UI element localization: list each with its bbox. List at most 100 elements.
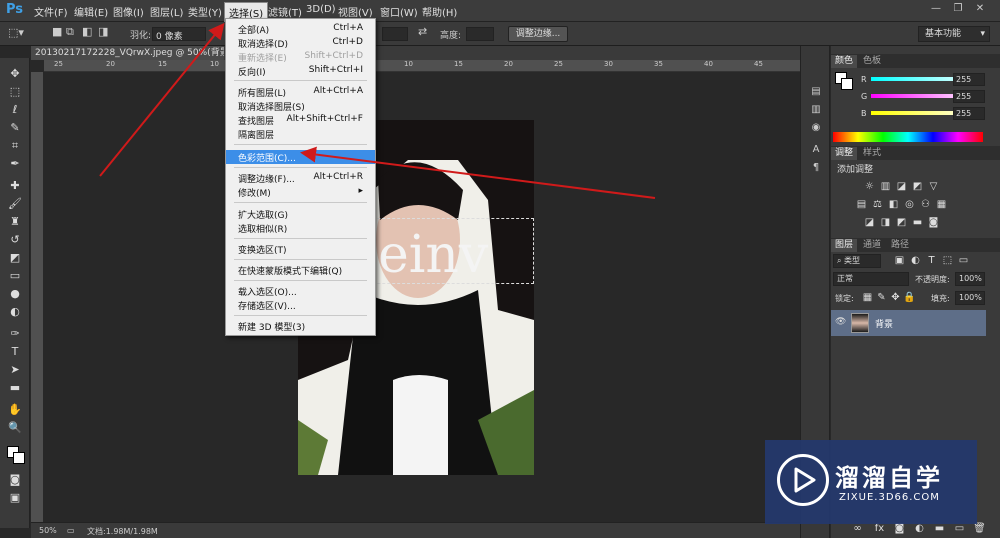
new-selection-icon[interactable]: ■ (52, 25, 62, 38)
tab-swatches[interactable]: 色板 (859, 55, 885, 68)
stamp-tool-icon[interactable]: ♜ (5, 214, 25, 230)
tab-styles[interactable]: 样式 (859, 147, 885, 160)
intersect-selection-icon[interactable]: ◨ (98, 25, 108, 38)
fill-input[interactable]: 100% (955, 291, 985, 305)
blue-value[interactable]: 255 (953, 107, 985, 120)
character-icon[interactable]: A (806, 144, 826, 158)
tab-channels[interactable]: 通道 (859, 239, 885, 252)
opacity-input[interactable]: 100% (955, 272, 985, 286)
add-selection-icon[interactable]: ⧉ (66, 25, 74, 39)
color-balance-icon[interactable]: ⚖ (871, 198, 884, 211)
lock-all-icon[interactable]: 🔒 (903, 291, 916, 304)
threshold-icon[interactable]: ◩ (895, 216, 908, 229)
lock-transparency-icon[interactable]: ▦ (861, 291, 874, 304)
menu-item-deselect[interactable]: 取消选择(D) Ctrl+D (226, 36, 375, 50)
layer-filter-select[interactable]: ⌕ 类型 (833, 254, 881, 268)
selective-color-icon[interactable]: ◙ (927, 216, 940, 229)
menu-item-transform-selection[interactable]: 变换选区(T) (226, 242, 375, 256)
black-white-icon[interactable]: ◧ (887, 198, 900, 211)
green-slider[interactable]: G 255 (831, 90, 1000, 106)
zoom-level[interactable]: 50% (39, 526, 57, 535)
color-lookup-icon[interactable]: ▦ (935, 198, 948, 211)
path-select-tool-icon[interactable]: ➤ (5, 362, 25, 378)
crop-tool-icon[interactable]: ⌗ (5, 138, 25, 154)
pen-tool-icon[interactable]: ✑ (5, 326, 25, 342)
feather-input[interactable]: 0 像素 (152, 27, 206, 42)
menu-filter[interactable]: 滤镜(T) (268, 4, 302, 19)
menu-item-new-3d-model[interactable]: 新建 3D 模型(3) (226, 319, 375, 333)
photo-filter-icon[interactable]: ◎ (903, 198, 916, 211)
exposure-icon[interactable]: ◩ (911, 180, 924, 193)
paragraph-icon[interactable]: ¶ (806, 162, 826, 176)
posterize-icon[interactable]: ◨ (879, 216, 892, 229)
marquee-tool-icon[interactable]: ⬚ (5, 84, 25, 100)
screen-mode-icon[interactable]: ▣ (5, 490, 25, 506)
height-input[interactable] (466, 27, 494, 41)
menu-item-isolate-layers[interactable]: 隔离图层 (226, 127, 375, 141)
marquee-tool-icon[interactable]: ⬚▾ (8, 26, 24, 39)
healing-tool-icon[interactable]: ✚ (5, 178, 25, 194)
eyedropper-tool-icon[interactable]: ✒ (5, 156, 25, 172)
subtract-selection-icon[interactable]: ◧ (82, 25, 92, 38)
menu-item-find-layers[interactable]: 查找图层 Alt+Shift+Ctrl+F (226, 113, 375, 127)
color-spectrum[interactable] (833, 132, 983, 142)
info-icon[interactable]: ▭ (67, 526, 75, 535)
eraser-tool-icon[interactable]: ◩ (5, 250, 25, 266)
hue-icon[interactable]: ▤ (855, 198, 868, 211)
vibrance-icon[interactable]: ▽ (927, 180, 940, 193)
hand-tool-icon[interactable]: ✋ (5, 402, 25, 418)
pixel-filter-icon[interactable]: ▣ (893, 254, 906, 267)
blur-tool-icon[interactable]: ● (5, 286, 25, 302)
brush-tool-icon[interactable]: 🖌 (5, 196, 25, 212)
restore-icon[interactable]: ❐ (950, 3, 966, 17)
menu-file[interactable]: 文件(F) (34, 4, 68, 19)
menu-item-similar[interactable]: 选取相似(R) (226, 221, 375, 235)
move-tool-icon[interactable]: ✥ (5, 66, 25, 82)
document-tab[interactable]: 20130217172228_VQrwX.jpeg @ 50%(背景, RGB/… (31, 46, 224, 60)
menu-item-grow[interactable]: 扩大选取(G) (226, 207, 375, 221)
brightness-icon[interactable]: ☼ (863, 180, 876, 193)
swap-icon[interactable]: ⇄ (418, 25, 427, 38)
tab-paths[interactable]: 路径 (887, 239, 913, 252)
minimize-icon[interactable]: — (928, 3, 944, 17)
quick-select-tool-icon[interactable]: ✎ (5, 120, 25, 136)
tab-layers[interactable]: 图层 (831, 239, 858, 252)
curves-icon[interactable]: ◪ (895, 180, 908, 193)
menu-type[interactable]: 类型(Y) (188, 4, 222, 19)
properties-icon[interactable]: ▥ (806, 104, 826, 118)
tab-adjustments[interactable]: 调整 (831, 147, 858, 160)
channel-mixer-icon[interactable]: ⚇ (919, 198, 932, 211)
history-icon[interactable]: ▤ (806, 86, 826, 100)
layer-row[interactable]: 👁 背景 (831, 310, 986, 336)
refine-edge-button[interactable]: 调整边缘... (508, 26, 568, 42)
menu-help[interactable]: 帮助(H) (422, 4, 457, 19)
levels-icon[interactable]: ▥ (879, 180, 892, 193)
menu-item-quick-mask[interactable]: 在快速蒙版模式下编辑(Q) (226, 263, 375, 277)
close-icon[interactable]: ✕ (972, 3, 988, 17)
tab-color[interactable]: 颜色 (831, 55, 858, 68)
menu-window[interactable]: 窗口(W) (380, 4, 418, 19)
shape-tool-icon[interactable]: ▬ (5, 380, 25, 396)
adjustment-filter-icon[interactable]: ◐ (909, 254, 922, 267)
type-filter-icon[interactable]: T (925, 254, 938, 267)
brush-presets-icon[interactable]: ◉ (806, 122, 826, 136)
menu-item-save-selection[interactable]: 存储选区(V)... (226, 298, 375, 312)
green-value[interactable]: 255 (953, 90, 985, 103)
menu-item-inverse[interactable]: 反向(I) Shift+Ctrl+I (226, 64, 375, 78)
eye-icon[interactable]: 👁 (835, 317, 846, 327)
red-slider[interactable]: R 255 (831, 73, 1000, 89)
gradient-tool-icon[interactable]: ▭ (5, 268, 25, 284)
menu-view[interactable]: 视图(V) (338, 4, 373, 19)
menu-layer[interactable]: 图层(L) (150, 4, 183, 19)
type-tool-icon[interactable]: T (5, 344, 25, 360)
lock-position-icon[interactable]: ✥ (889, 291, 902, 304)
zoom-tool-icon[interactable]: 🔍 (5, 420, 25, 436)
dodge-tool-icon[interactable]: ◐ (5, 304, 25, 320)
menu-item-deselect-layers[interactable]: 取消选择图层(S) (226, 99, 375, 113)
menu-edit[interactable]: 编辑(E) (74, 4, 108, 19)
menu-item-refine-edge[interactable]: 调整边缘(F)... Alt+Ctrl+R (226, 171, 375, 185)
lasso-tool-icon[interactable]: ℓ (5, 102, 25, 118)
menu-item-color-range[interactable]: 色彩范围(C)... (226, 150, 375, 164)
history-brush-tool-icon[interactable]: ↺ (5, 232, 25, 248)
blend-mode-select[interactable]: 正常 (833, 272, 909, 286)
